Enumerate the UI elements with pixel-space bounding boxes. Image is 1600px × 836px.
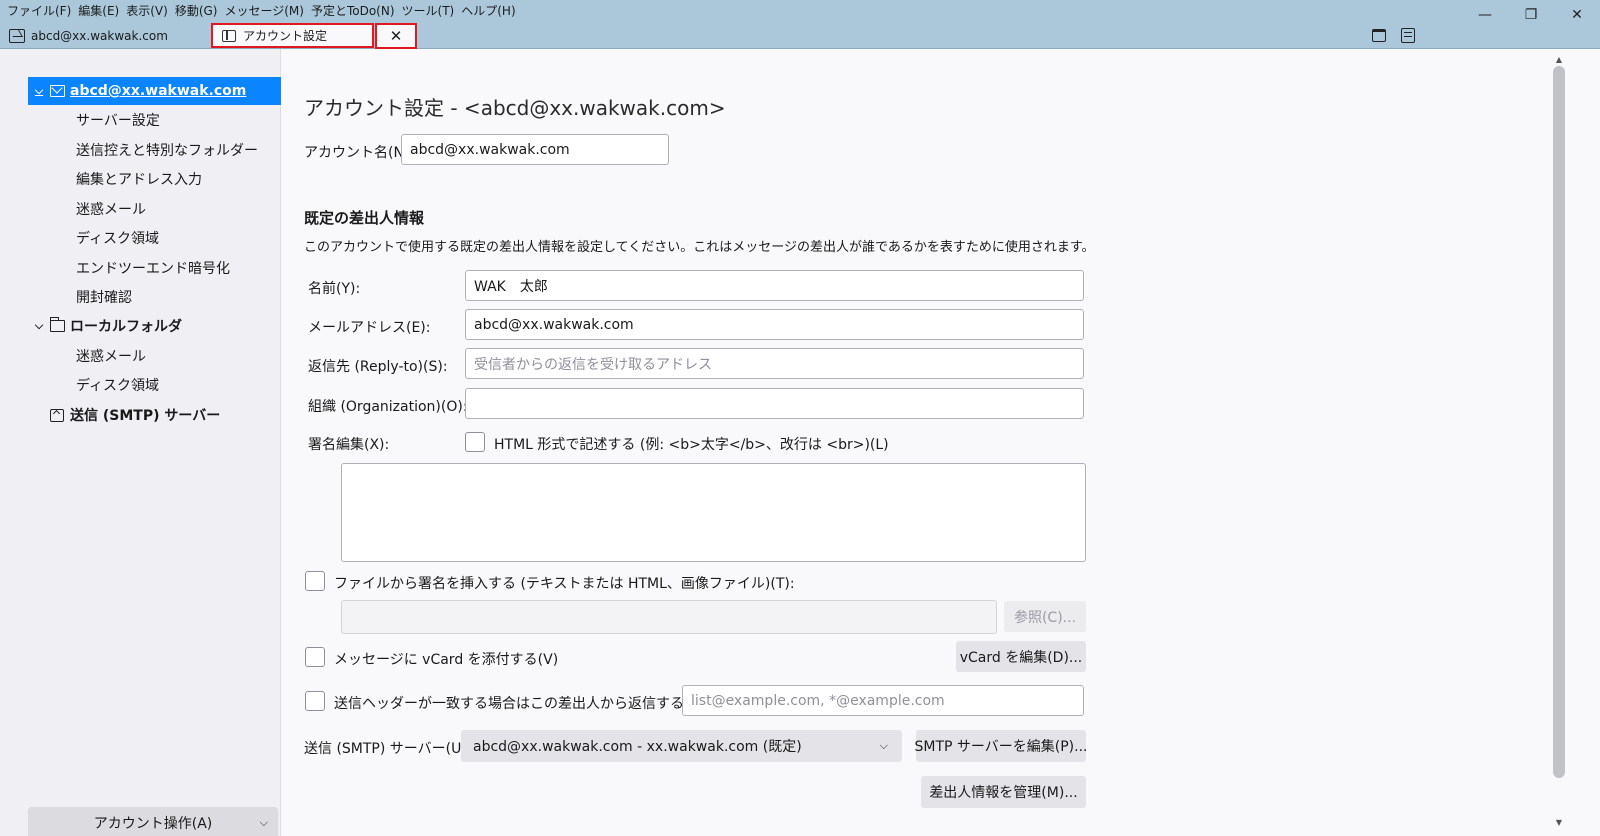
- tree-item-junk[interactable]: 迷惑メール: [28, 195, 281, 223]
- smtp-label: 送信 (SMTP) サーバー(U):: [304, 741, 472, 757]
- signature-file-checkbox[interactable]: [305, 571, 325, 591]
- mail-icon: [9, 29, 25, 43]
- reply-to-label: 返信先 (Reply-to)(S):: [308, 359, 448, 375]
- reply-from-input[interactable]: list@example.com, *@example.com: [682, 685, 1084, 716]
- account-actions-button[interactable]: アカウント操作(A) ⌵: [28, 807, 278, 836]
- tree-item-local-disk-space[interactable]: ディスク領域: [28, 371, 281, 399]
- account-settings-panel: アカウント設定 - <abcd@xx.wakwak.com> アカウント名(N)…: [282, 49, 1550, 836]
- signature-textarea[interactable]: [341, 463, 1086, 562]
- close-icon: ✕: [389, 27, 403, 45]
- scroll-up-icon[interactable]: ▲: [1554, 55, 1564, 64]
- mail-icon: [50, 85, 65, 97]
- menu-edit[interactable]: 編集(E): [75, 0, 123, 20]
- tab-inbox-label: abcd@xx.wakwak.com: [31, 29, 168, 43]
- tasks-button[interactable]: [1399, 26, 1417, 44]
- menu-message[interactable]: メッセージ(M): [221, 0, 307, 20]
- menu-bar: ファイル(F) 編集(E) 表示(V) 移動(G) メッセージ(M) 予定とTo…: [4, 0, 520, 20]
- chevron-down-icon[interactable]: ⌵: [32, 84, 46, 98]
- reply-from-label: 送信ヘッダーが一致する場合はこの差出人から返信する(D):: [334, 696, 711, 712]
- vcard-label: メッセージに vCard を添付する(V): [334, 652, 559, 668]
- tree-item-label: エンドツーエンド暗号化: [76, 261, 230, 277]
- tree-item-label: ディスク領域: [76, 378, 160, 394]
- signature-file-path-input[interactable]: [341, 600, 997, 634]
- scrollbar-thumb[interactable]: [1553, 66, 1565, 778]
- restore-button[interactable]: ❐: [1508, 0, 1554, 30]
- account-name-label: アカウント名(N):: [304, 145, 415, 161]
- chevron-down-icon: ⌵: [879, 739, 888, 752]
- tree-item-label: 編集とアドレス入力: [76, 172, 202, 188]
- tree-local-folders-label: ローカルフォルダ: [70, 319, 182, 335]
- tree-item-disk-space[interactable]: ディスク領域: [28, 224, 281, 252]
- window-controls: — ❐ ✕: [1462, 0, 1600, 30]
- email-label: メールアドレス(E):: [308, 320, 431, 336]
- tree-smtp-server[interactable]: 送信 (SMTP) サーバー: [28, 401, 281, 429]
- scroll-down-icon[interactable]: ▼: [1554, 818, 1564, 827]
- tree-item-label: 送信控えと特別なフォルダー: [76, 143, 258, 159]
- menu-events-tasks[interactable]: 予定とToDo(N): [308, 0, 399, 20]
- vcard-checkbox[interactable]: [305, 647, 325, 667]
- html-signature-label: HTML 形式で記述する (例: <b>太字</b>、改行は <br>)(L): [494, 437, 889, 453]
- organization-label: 組織 (Organization)(O):: [308, 399, 468, 415]
- tasks-icon: [1401, 27, 1415, 43]
- tree-item-return-receipts[interactable]: 開封確認: [28, 283, 281, 311]
- folder-icon: [49, 317, 65, 332]
- name-input[interactable]: WAK 太郎: [465, 270, 1084, 301]
- menu-help[interactable]: ヘルプ(H): [458, 0, 519, 20]
- menu-file[interactable]: ファイル(F): [4, 0, 75, 20]
- smtp-server-select[interactable]: abcd@xx.wakwak.com - xx.wakwak.com (既定) …: [461, 730, 902, 762]
- tree-item-label: 迷惑メール: [76, 202, 146, 218]
- calendar-icon: [1372, 28, 1386, 42]
- reply-to-input[interactable]: 受信者からの返信を受け取るアドレス: [465, 348, 1084, 379]
- chevron-down-icon: ⌵: [259, 816, 268, 829]
- browse-button[interactable]: 参照(C)...: [1004, 601, 1086, 632]
- tree-item-e2e-encryption[interactable]: エンドツーエンド暗号化: [28, 254, 281, 282]
- calendar-button[interactable]: [1370, 26, 1388, 44]
- minimize-button[interactable]: —: [1462, 0, 1508, 30]
- tree-account-label: abcd@xx.wakwak.com: [70, 83, 247, 99]
- signature-file-label: ファイルから署名を挿入する (テキストまたは HTML、画像ファイル)(T):: [334, 576, 795, 592]
- identity-description: このアカウントで使用する既定の差出人情報を設定してください。これはメッセージの差…: [304, 240, 1095, 255]
- tree-smtp-label: 送信 (SMTP) サーバー: [70, 408, 221, 424]
- tree-item-copies-folders[interactable]: 送信控えと特別なフォルダー: [28, 136, 281, 164]
- menu-view[interactable]: 表示(V): [123, 0, 172, 20]
- edit-smtp-button[interactable]: SMTP サーバーを編集(P)...: [915, 730, 1088, 762]
- smtp-server-value: abcd@xx.wakwak.com - xx.wakwak.com (既定): [473, 739, 802, 755]
- tab-account-settings-label: アカウント設定: [243, 29, 328, 43]
- tree-item-label: ディスク領域: [76, 231, 160, 247]
- menu-go[interactable]: 移動(G): [172, 0, 222, 20]
- chevron-down-icon[interactable]: ⌵: [32, 319, 46, 333]
- manage-identities-button[interactable]: 差出人情報を管理(M)...: [921, 776, 1086, 808]
- window-close-button[interactable]: ✕: [1554, 0, 1600, 30]
- tab-close-button[interactable]: ✕: [375, 23, 417, 49]
- tree-item-label: サーバー設定: [76, 113, 160, 129]
- tree-account[interactable]: ⌵ abcd@xx.wakwak.com: [28, 77, 281, 105]
- name-label: 名前(Y):: [308, 281, 361, 297]
- signature-label: 署名編集(X):: [308, 437, 390, 453]
- account-name-input[interactable]: abcd@xx.wakwak.com: [401, 134, 669, 165]
- account-tree-sidebar: ⌵ abcd@xx.wakwak.com サーバー設定 送信控えと特別なフォルダ…: [0, 49, 281, 836]
- tree-local-folders[interactable]: ⌵ ローカルフォルダ: [28, 312, 281, 340]
- menu-tools[interactable]: ツール(T): [399, 0, 459, 20]
- email-input[interactable]: abcd@xx.wakwak.com: [465, 309, 1084, 340]
- html-signature-checkbox[interactable]: [465, 432, 485, 452]
- organization-input[interactable]: [465, 388, 1084, 419]
- account-actions-label: アカウント操作(A): [93, 816, 213, 832]
- tab-inbox[interactable]: abcd@xx.wakwak.com: [0, 24, 205, 48]
- outgoing-server-icon: [50, 408, 64, 422]
- tree-item-composition[interactable]: 編集とアドレス入力: [28, 165, 281, 193]
- tree-item-local-junk[interactable]: 迷惑メール: [28, 342, 281, 370]
- tree-item-label: 開封確認: [76, 290, 132, 306]
- edit-vcard-button[interactable]: vCard を編集(D)...: [956, 641, 1086, 672]
- tree-item-label: 迷惑メール: [76, 349, 146, 365]
- tab-account-settings[interactable]: アカウント設定: [211, 23, 374, 48]
- tree-item-server-settings[interactable]: サーバー設定: [28, 106, 281, 134]
- page-title: アカウント設定 - <abcd@xx.wakwak.com>: [304, 96, 726, 120]
- identity-heading: 既定の差出人情報: [304, 209, 425, 227]
- title-bar: ファイル(F) 編集(E) 表示(V) 移動(G) メッセージ(M) 予定とTo…: [0, 0, 1600, 49]
- reply-from-checkbox[interactable]: [305, 691, 325, 711]
- settings-tab-icon: [222, 29, 236, 42]
